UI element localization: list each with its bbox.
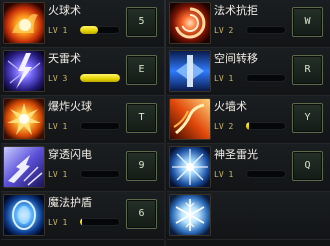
skill-progress-bar <box>80 122 120 130</box>
skill-row[interactable]: 穿透闪电 LV 1 9 <box>1 144 164 192</box>
hotkey-slot[interactable]: 9 <box>126 151 157 181</box>
skill-name: 法术抗拒 <box>214 4 258 17</box>
skill-progress-bar <box>80 218 120 226</box>
hotkey-slot[interactable]: T <box>126 103 157 133</box>
skill-progress-fill <box>80 218 82 226</box>
skill-level: LV 1 <box>48 26 68 35</box>
explosion-icon[interactable] <box>3 98 45 140</box>
hotkey-slot[interactable]: W <box>292 7 323 37</box>
skill-level: LV 2 <box>214 26 234 35</box>
skill-name: 火球术 <box>48 4 81 17</box>
skill-progress-fill <box>246 122 250 130</box>
thunder-icon[interactable] <box>3 50 45 92</box>
holy-lightning-icon[interactable] <box>169 146 211 188</box>
skill-name: 火墙术 <box>214 100 247 113</box>
skill-progress-bar <box>246 170 286 178</box>
skill-progress-bar <box>80 26 120 34</box>
piercing-lightning-icon[interactable] <box>3 146 45 188</box>
skill-level: LV 1 <box>214 170 234 179</box>
skill-panel: 火球术 LV 1 5 天雷术 LV 3 E 爆炸火球 LV 1 T 穿透闪电 L… <box>0 0 330 246</box>
skill-row[interactable]: 空间转移 LV 1 R <box>167 48 330 96</box>
fire-wall-icon[interactable] <box>169 98 211 140</box>
skill-name <box>214 195 288 211</box>
hotkey-slot[interactable]: 6 <box>126 199 157 229</box>
ice-icon[interactable] <box>169 194 211 236</box>
skill-level: LV 2 <box>214 122 234 131</box>
skill-level: LV 1 <box>48 122 68 131</box>
skill-progress-bar <box>246 122 286 130</box>
skill-name: 魔法护盾 <box>48 196 92 209</box>
column-divider <box>164 0 166 246</box>
skill-row[interactable]: 天雷术 LV 3 E <box>1 48 164 96</box>
skill-progress-fill <box>80 26 98 34</box>
skill-row[interactable] <box>167 192 330 240</box>
skill-row[interactable]: 火球术 LV 1 5 <box>1 0 164 48</box>
skill-row[interactable]: 法术抗拒 LV 2 W <box>167 0 330 48</box>
skill-progress-bar <box>80 74 120 82</box>
skill-progress-bar <box>246 26 286 34</box>
skill-name: 空间转移 <box>214 52 258 65</box>
skill-name: 天雷术 <box>48 52 81 65</box>
skill-row[interactable]: 火墙术 LV 2 Y <box>167 96 330 144</box>
skill-row[interactable]: 爆炸火球 LV 1 T <box>1 96 164 144</box>
skill-level: LV 1 <box>214 74 234 83</box>
skill-level: LV 1 <box>48 218 68 227</box>
skill-row[interactable]: 神圣雷光 LV 1 Q <box>167 144 330 192</box>
hotkey-slot[interactable]: Y <box>292 103 323 133</box>
skill-level: LV 1 <box>48 170 68 179</box>
hotkey-slot[interactable]: 5 <box>126 7 157 37</box>
hotkey-slot[interactable]: R <box>292 55 323 85</box>
skill-name: 穿透闪电 <box>48 148 92 161</box>
skill-level: LV 3 <box>48 74 68 83</box>
hotkey-slot[interactable]: Q <box>292 151 323 181</box>
teleport-icon[interactable] <box>169 50 211 92</box>
skill-progress-fill <box>80 74 120 82</box>
fireball-icon[interactable] <box>3 2 45 44</box>
spell-resist-icon[interactable] <box>169 2 211 44</box>
skill-progress-bar <box>246 74 286 82</box>
skill-name: 神圣雷光 <box>214 148 258 161</box>
skill-row[interactable]: 魔法护盾 LV 1 6 <box>1 192 164 240</box>
hotkey-slot[interactable]: E <box>126 55 157 85</box>
skill-name: 爆炸火球 <box>48 100 92 113</box>
skill-progress-bar <box>80 170 120 178</box>
magic-shield-icon[interactable] <box>3 194 45 236</box>
